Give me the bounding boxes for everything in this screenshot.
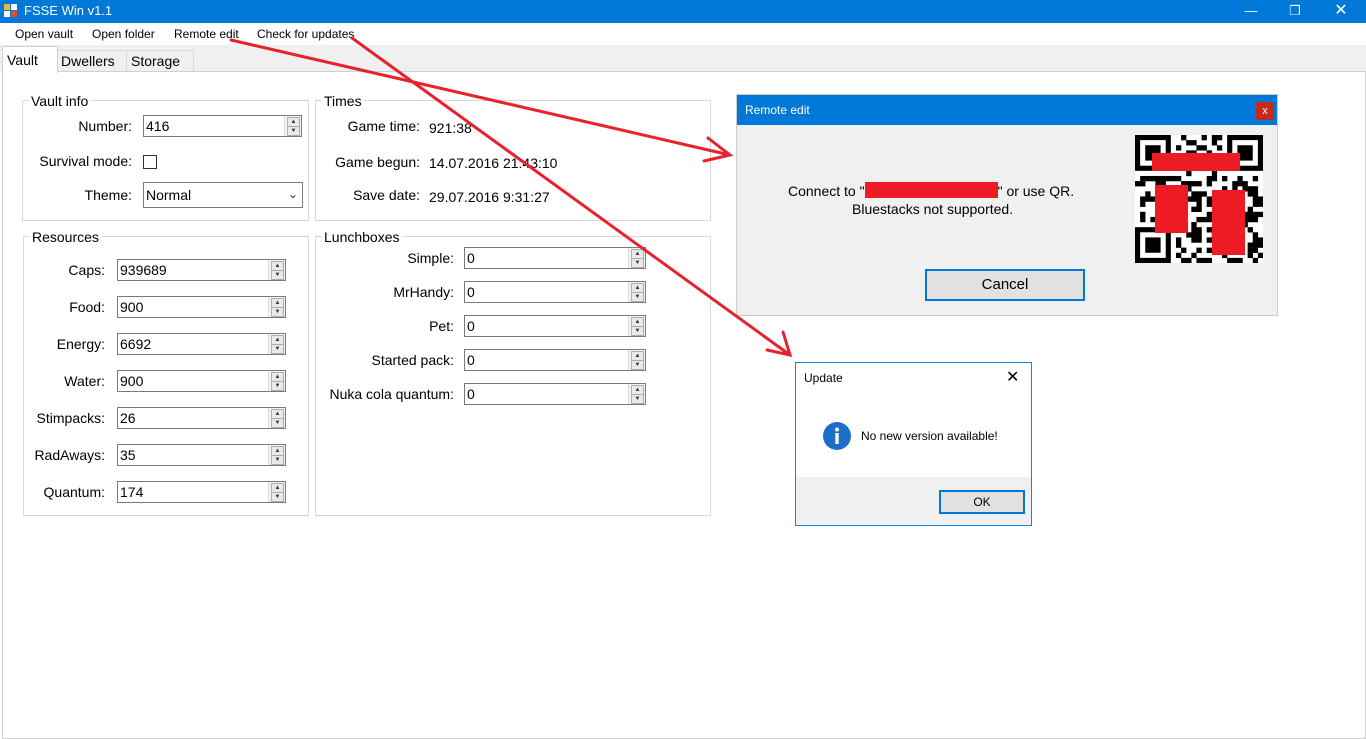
resource-label: Quantum: bbox=[43, 484, 105, 500]
update-footer: OK bbox=[796, 477, 1031, 525]
lunchboxes-group bbox=[315, 236, 711, 516]
menu-open-folder[interactable]: Open folder bbox=[92, 27, 155, 41]
resource-stepper[interactable]: 26 ▲ ▼ bbox=[117, 407, 286, 429]
number-stepper[interactable]: 416 ▲ ▼ bbox=[143, 115, 302, 137]
connect-message: Connect to " " or use QR. bbox=[788, 182, 1075, 199]
lunchbox-label: Nuka cola quantum: bbox=[329, 386, 454, 402]
resource-label: Energy: bbox=[56, 336, 105, 352]
spin-buttons[interactable]: ▲ ▼ bbox=[628, 282, 645, 302]
menu-check-for-updates[interactable]: Check for updates bbox=[257, 27, 354, 41]
resource-label: Caps: bbox=[68, 262, 105, 278]
close-icon[interactable]: ✕ bbox=[1318, 0, 1364, 23]
cancel-button[interactable]: Cancel bbox=[925, 269, 1085, 301]
update-title-bar: Update ✕ bbox=[796, 363, 1031, 393]
spin-buttons[interactable]: ▲ ▼ bbox=[628, 248, 645, 268]
tab-strip bbox=[0, 45, 1366, 72]
lunchboxes-title: Lunchboxes bbox=[322, 229, 402, 245]
qr-redaction-left bbox=[1155, 185, 1188, 233]
resource-stepper[interactable]: 6692 ▲ ▼ bbox=[117, 333, 286, 355]
theme-select[interactable]: Normal ⌄ bbox=[143, 182, 303, 208]
spin-buttons[interactable]: ▲ ▼ bbox=[628, 384, 645, 404]
resource-label: Food: bbox=[69, 299, 105, 315]
app-icon bbox=[4, 4, 18, 18]
update-close-icon[interactable]: ✕ bbox=[1006, 367, 1019, 387]
resources-title: Resources bbox=[30, 229, 101, 245]
minimize-icon[interactable]: — bbox=[1228, 0, 1274, 23]
spin-buttons[interactable]: ▲ ▼ bbox=[268, 408, 285, 428]
theme-label: Theme: bbox=[84, 187, 132, 203]
remote-edit-dialog: Remote edit x Connect to " " or use QR. B… bbox=[736, 94, 1278, 316]
spin-buttons[interactable]: ▲ ▼ bbox=[268, 260, 285, 280]
save-date-label: Save date: bbox=[353, 187, 420, 203]
spin-buttons[interactable]: ▲ ▼ bbox=[268, 297, 285, 317]
tab-dwellers[interactable]: Dwellers bbox=[56, 50, 130, 72]
ok-button[interactable]: OK bbox=[939, 490, 1025, 514]
number-spin-buttons[interactable]: ▲ ▼ bbox=[284, 116, 301, 136]
update-title: Update bbox=[804, 371, 843, 385]
restore-icon[interactable]: ❐ bbox=[1272, 0, 1318, 23]
resource-stepper[interactable]: 900 ▲ ▼ bbox=[117, 370, 286, 392]
lunchbox-stepper[interactable]: 0 ▲ ▼ bbox=[464, 349, 646, 371]
tab-storage[interactable]: Storage bbox=[126, 50, 194, 72]
game-begun-label: Game begun: bbox=[335, 154, 420, 170]
info-icon bbox=[822, 421, 852, 451]
number-label: Number: bbox=[78, 118, 132, 134]
menu-remote-edit[interactable]: Remote edit bbox=[174, 27, 239, 41]
window-title: FSSE Win v1.1 bbox=[24, 3, 113, 18]
spin-buttons[interactable]: ▲ ▼ bbox=[268, 482, 285, 502]
spin-buttons[interactable]: ▲ ▼ bbox=[268, 334, 285, 354]
lunchbox-label: MrHandy: bbox=[393, 284, 454, 300]
qr-redaction-right bbox=[1212, 190, 1245, 255]
title-bar: FSSE Win v1.1 — ❐ ✕ bbox=[0, 0, 1366, 23]
qr-redaction-top bbox=[1152, 153, 1240, 171]
save-date-value: 29.07.2016 9:31:27 bbox=[429, 189, 550, 205]
spin-buttons[interactable]: ▲ ▼ bbox=[628, 350, 645, 370]
chevron-down-icon: ⌄ bbox=[287, 187, 298, 201]
spin-buttons[interactable]: ▲ ▼ bbox=[268, 371, 285, 391]
menu-bar: Open vault Open folder Remote edit Check… bbox=[0, 23, 1366, 45]
menu-open-vault[interactable]: Open vault bbox=[15, 27, 73, 41]
resource-stepper[interactable]: 174 ▲ ▼ bbox=[117, 481, 286, 503]
resource-label: Water: bbox=[64, 373, 105, 389]
game-begun-value: 14.07.2016 21:43:10 bbox=[429, 155, 558, 171]
lunchbox-stepper[interactable]: 0 ▲ ▼ bbox=[464, 315, 646, 337]
resource-label: RadAways: bbox=[34, 447, 105, 463]
resource-stepper[interactable]: 35 ▲ ▼ bbox=[117, 444, 286, 466]
game-time-value: 921:38 bbox=[429, 120, 472, 136]
spin-buttons[interactable]: ▲ ▼ bbox=[268, 445, 285, 465]
tab-vault[interactable]: Vault bbox=[2, 46, 58, 73]
remote-edit-title: Remote edit bbox=[745, 103, 810, 117]
lunchbox-label: Started pack: bbox=[371, 352, 455, 368]
spin-buttons[interactable]: ▲ ▼ bbox=[628, 316, 645, 336]
lunchbox-stepper[interactable]: 0 ▲ ▼ bbox=[464, 383, 646, 405]
remote-edit-title-bar: Remote edit x bbox=[737, 95, 1277, 125]
game-time-label: Game time: bbox=[347, 118, 420, 134]
lunchbox-stepper[interactable]: 0 ▲ ▼ bbox=[464, 247, 646, 269]
redacted-address bbox=[864, 182, 998, 198]
bluestacks-note: Bluestacks not supported. bbox=[852, 201, 1014, 217]
update-message: No new version available! bbox=[861, 429, 998, 443]
survival-mode-label: Survival mode: bbox=[39, 153, 132, 169]
survival-mode-checkbox[interactable] bbox=[143, 155, 157, 169]
update-dialog: Update ✕ No new version available! OK bbox=[795, 362, 1032, 526]
vault-info-title: Vault info bbox=[29, 93, 91, 109]
lunchbox-label: Simple: bbox=[407, 250, 454, 266]
remote-edit-close-button[interactable]: x bbox=[1256, 102, 1274, 120]
times-title: Times bbox=[322, 93, 364, 109]
lunchbox-label: Pet: bbox=[429, 318, 454, 334]
lunchbox-stepper[interactable]: 0 ▲ ▼ bbox=[464, 281, 646, 303]
qr-code bbox=[1135, 135, 1263, 263]
resource-label: Stimpacks: bbox=[36, 410, 105, 426]
resource-stepper[interactable]: 939689 ▲ ▼ bbox=[117, 259, 286, 281]
resource-stepper[interactable]: 900 ▲ ▼ bbox=[117, 296, 286, 318]
